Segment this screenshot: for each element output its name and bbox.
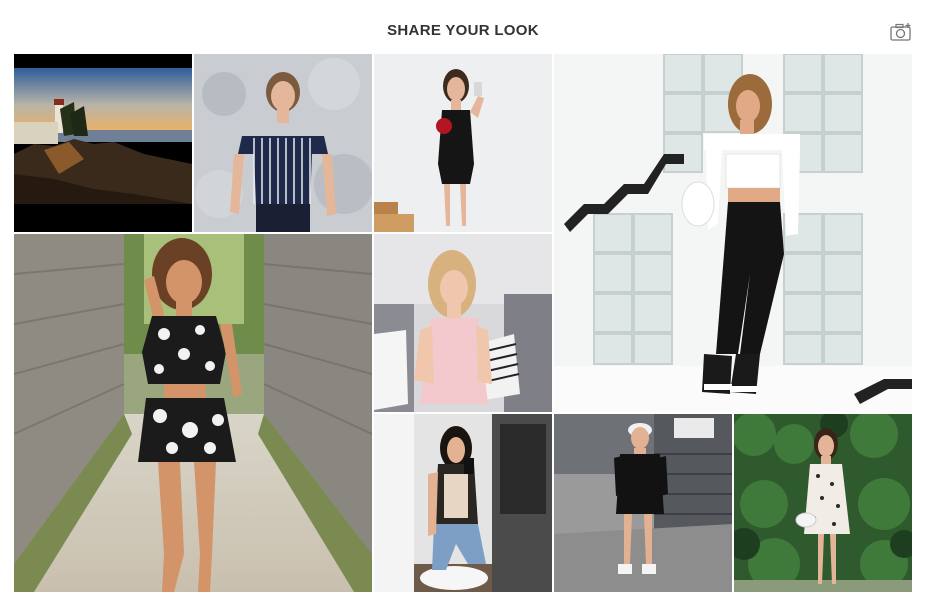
gallery-photo-jeans-selfie[interactable] xyxy=(374,414,552,592)
gallery-photo-floral-two-piece[interactable] xyxy=(14,234,372,592)
camera-add-button[interactable] xyxy=(890,22,914,42)
gallery-photo-black-dress[interactable] xyxy=(374,54,552,232)
gallery-photo-floral-dress[interactable] xyxy=(734,414,912,592)
camera-add-icon xyxy=(890,23,911,41)
gallery-photo-lighthouse[interactable] xyxy=(14,54,192,232)
page-title: SHARE YOUR LOOK xyxy=(387,22,539,39)
gallery-photo-pink-top[interactable] xyxy=(374,234,552,412)
gallery-photo-black-tshirt-dress[interactable] xyxy=(554,414,732,592)
gallery-photo-white-crop-top[interactable] xyxy=(554,54,912,412)
gallery-photo-striped-top[interactable] xyxy=(194,54,372,232)
